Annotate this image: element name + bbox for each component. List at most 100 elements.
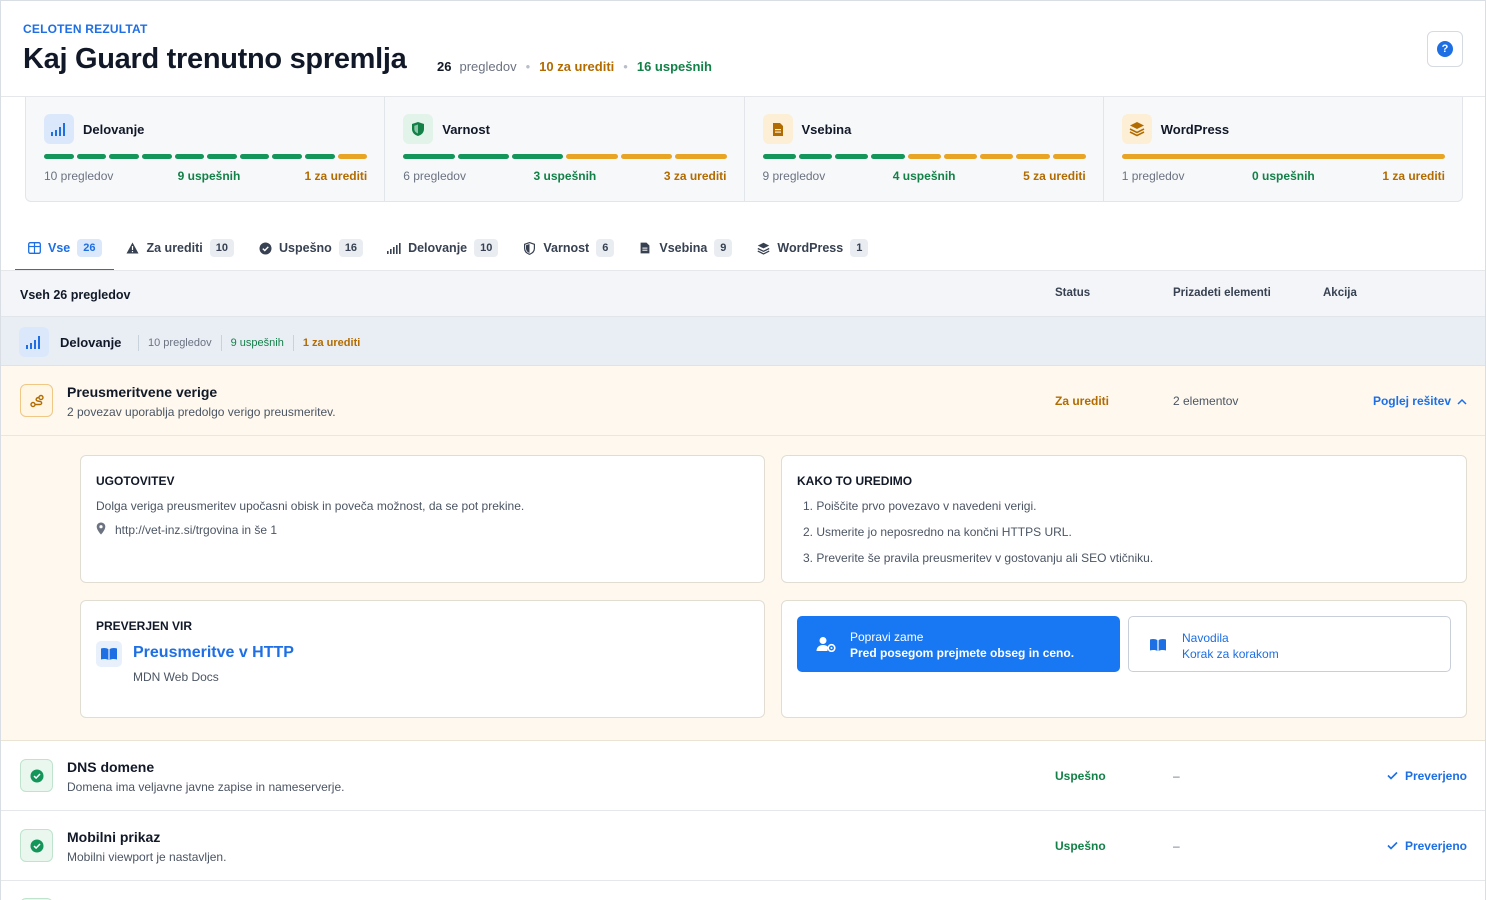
view-solution-button[interactable]: Poglej rešitev — [1373, 394, 1467, 408]
column-action: Akcija — [1323, 287, 1357, 299]
verified-button[interactable]: Preverjeno — [1387, 769, 1467, 783]
source-name: MDN Web Docs — [133, 670, 219, 684]
card-wordpress[interactable]: WordPress 1 pregledov 0 uspešnih 1 za ur… — [1104, 97, 1462, 201]
panel-heading: PREVERJEN VIR — [96, 619, 193, 633]
tab-delovanje[interactable]: Delovanje 10 — [375, 227, 510, 269]
check-item-dns[interactable]: DNS domene Domena ima veljavne javne zap… — [1, 741, 1485, 811]
total-count: 26 — [437, 59, 452, 74]
warning-icon — [126, 241, 140, 255]
group-header-delovanje[interactable]: Delovanje 10 pregledov 9 uspešnih 1 za u… — [1, 317, 1485, 366]
header-stats: 26 pregledov • 10 za urediti • 16 uspešn… — [437, 59, 712, 74]
column-elements: Prizadeti elementi — [1173, 287, 1271, 299]
tab-count: 6 — [596, 239, 615, 257]
affected-elements: 2 elementov — [1173, 394, 1239, 408]
check-description: Mobilni viewport je nastavljen. — [67, 850, 227, 864]
checkmark-icon — [1387, 769, 1398, 783]
check-description: 2 povezav uporablja predolgo verigo preu… — [67, 405, 336, 419]
card-checks: 10 pregledov — [44, 169, 114, 183]
progress-segment-passed — [762, 154, 796, 159]
source-link[interactable]: Preusmeritve v HTTP — [133, 644, 294, 662]
card-checks: 1 pregledov — [1121, 169, 1185, 183]
check-item-header[interactable]: Preusmeritvene verige 2 povezav uporablj… — [1, 366, 1485, 436]
check-title: Preusmeritvene verige — [67, 384, 218, 400]
button-subtitle: Korak za korakom — [1182, 647, 1279, 661]
tab-za-urediti[interactable]: Za urediti 10 — [114, 227, 247, 269]
group-to-fix: 1 za urediti — [302, 337, 361, 349]
card-passed: 9 uspešnih — [177, 169, 241, 183]
card-to-fix: 1 za urediti — [304, 169, 368, 183]
check-item-partial — [1, 881, 1485, 900]
progress-segment-to-fix — [1016, 154, 1050, 159]
check-item-mobile[interactable]: Mobilni prikaz Mobilni viewport je nasta… — [1, 811, 1485, 881]
fix-steps: 1. Poiščite prvo povezavo v navedeni ver… — [803, 499, 1153, 577]
fix-step: 3. Preverite še pravila preusmeritev v g… — [803, 551, 1154, 565]
card-checks: 6 pregledov — [403, 169, 466, 183]
fix-step: 1. Poiščite prvo povezavo v navedeni ver… — [803, 499, 1037, 513]
progress-segment-passed — [305, 154, 335, 159]
fix-for-me-button[interactable]: Popravi zame Pred posegom prejmete obseg… — [797, 616, 1120, 672]
tab-vse[interactable]: Vse 26 — [15, 227, 114, 271]
card-varnost[interactable]: Varnost 6 pregledov 3 uspešnih 3 za ured… — [385, 97, 745, 201]
actions-panel: Popravi zame Pred posegom prejmete obseg… — [781, 600, 1467, 718]
card-vsebina[interactable]: Vsebina 9 pregledov 4 uspešnih 5 za ured… — [745, 97, 1104, 201]
progress-segment-to-fix — [337, 154, 368, 159]
progress-segment-to-fix — [566, 154, 618, 159]
passed-count: 16 uspešnih — [636, 59, 712, 74]
table-title: Vseh 26 pregledov — [20, 288, 131, 302]
group-checks: 10 pregledov — [148, 337, 212, 349]
progress-segment-passed — [207, 154, 237, 159]
tab-wordpress[interactable]: WordPress 1 — [744, 227, 880, 269]
fix-step: 2. Usmerite jo neposredno na končni HTTP… — [803, 525, 1072, 539]
layers-icon — [1121, 114, 1152, 144]
layers-icon — [756, 241, 770, 255]
card-passed: 3 uspešnih — [533, 169, 597, 183]
progress-segment-to-fix — [907, 154, 941, 159]
progress-segment-passed — [798, 154, 832, 159]
verified-button[interactable]: Preverjeno — [1387, 839, 1467, 853]
tab-count: 9 — [714, 239, 733, 257]
how-to-fix-panel: KAKO TO UREDIMO 1. Poiščite prvo povezav… — [781, 455, 1467, 583]
document-icon — [762, 114, 793, 144]
card-to-fix: 5 za urediti — [1023, 169, 1086, 183]
card-passed: 4 uspešnih — [892, 169, 956, 183]
check-title: DNS domene — [67, 759, 155, 775]
to-fix-count: 10 za urediti — [539, 59, 615, 74]
finding-panel: UGOTOVITEV Dolga veriga preusmeritev upo… — [80, 455, 765, 583]
tab-vsebina[interactable]: Vsebina 9 — [626, 227, 744, 269]
help-icon: ? — [1437, 41, 1453, 57]
route-icon — [20, 384, 53, 417]
status-badge: Uspešno — [1055, 839, 1106, 853]
card-checks: 9 pregledov — [762, 169, 826, 183]
help-button[interactable]: ? — [1427, 31, 1463, 67]
card-passed: 0 uspešnih — [1252, 169, 1315, 183]
column-status: Status — [1055, 287, 1091, 299]
finding-location: http://vet-inz.si/trgovina in še 1 — [96, 522, 277, 538]
status-badge: Za urediti — [1055, 394, 1110, 408]
tab-label: Vse — [48, 241, 71, 255]
group-stats: 10 pregledov 9 uspešnih 1 za urediti — [129, 335, 360, 351]
panel-heading: KAKO TO UREDIMO — [797, 474, 913, 488]
divider — [292, 335, 294, 351]
card-to-fix: 1 za urediti — [1382, 169, 1445, 183]
instructions-button[interactable]: Navodila Korak za korakom — [1128, 616, 1451, 672]
card-title: Varnost — [442, 122, 490, 137]
progress-bars — [1121, 154, 1445, 159]
button-subtitle: Pred posegom prejmete obseg in ceno. — [850, 646, 1075, 660]
check-item-redirect-chains: Preusmeritvene verige 2 povezav uporablj… — [1, 366, 1485, 741]
document-icon — [638, 241, 652, 255]
tab-varnost[interactable]: Varnost 6 — [510, 227, 626, 269]
tab-count: 16 — [338, 239, 364, 257]
progress-segment-passed — [44, 154, 74, 159]
progress-segment-passed — [109, 154, 139, 159]
group-passed: 9 uspešnih — [230, 337, 284, 349]
check-title: Mobilni prikaz — [67, 829, 161, 845]
page-kicker: CELOTEN REZULTAT — [23, 22, 148, 36]
card-title: Delovanje — [83, 122, 145, 137]
progress-segment-to-fix — [1121, 154, 1445, 159]
tab-uspesno[interactable]: Uspešno 16 — [246, 227, 375, 269]
card-delovanje[interactable]: Delovanje 10 pregledov 9 uspešnih 1 za u… — [26, 97, 386, 201]
action-label: Preverjeno — [1404, 839, 1467, 853]
check-description: Domena ima veljavne javne zapise in name… — [67, 780, 345, 794]
book-icon — [96, 641, 122, 667]
action-label: Preverjeno — [1404, 769, 1467, 783]
